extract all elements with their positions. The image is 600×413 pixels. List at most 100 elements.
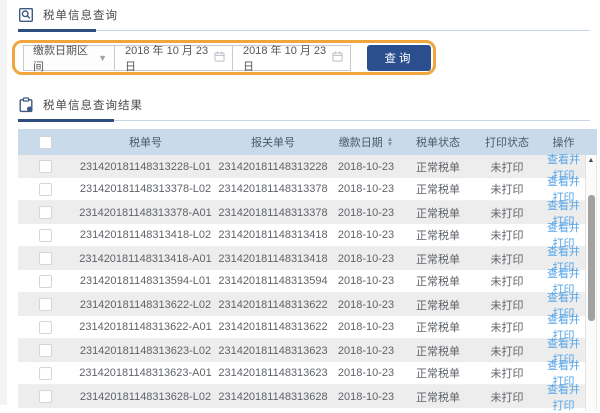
query-section-title: 税单信息查询 bbox=[43, 7, 118, 23]
row-decl-no: 231420181148313378 bbox=[218, 183, 328, 195]
row-checkbox[interactable] bbox=[39, 160, 52, 173]
row-date: 2018-10-23 bbox=[328, 391, 404, 403]
column-header-print-status: 打印状态 bbox=[472, 134, 542, 150]
row-date: 2018-10-23 bbox=[328, 345, 404, 357]
row-checkbox[interactable] bbox=[39, 229, 52, 242]
select-all-checkbox[interactable] bbox=[39, 136, 52, 149]
row-status: 正常税单 bbox=[404, 319, 472, 335]
row-print-status: 未打印 bbox=[472, 297, 542, 313]
table-row: 231420181148313228-L01 23142018114831322… bbox=[18, 155, 597, 178]
row-checkbox[interactable] bbox=[39, 206, 52, 219]
row-checkbox[interactable] bbox=[39, 390, 52, 403]
row-print-status: 未打印 bbox=[472, 319, 542, 335]
row-checkbox[interactable] bbox=[39, 321, 52, 334]
row-print-status: 未打印 bbox=[472, 365, 542, 381]
scrollbar-up-arrow[interactable]: ▲ bbox=[586, 155, 596, 167]
row-status: 正常税单 bbox=[404, 343, 472, 359]
row-checkbox[interactable] bbox=[39, 298, 52, 311]
row-checkbox-cell bbox=[18, 367, 73, 380]
search-bar-highlight: 缴款日期区间 ▼ 2018 年 10 月 23 日 2018 年 10 月 23… bbox=[12, 40, 436, 75]
column-header-decl-no: 报关单号 bbox=[218, 134, 328, 150]
row-checkbox[interactable] bbox=[39, 344, 52, 357]
query-section-divider bbox=[18, 29, 590, 32]
row-status: 正常税单 bbox=[404, 227, 472, 243]
row-date: 2018-10-23 bbox=[328, 161, 404, 173]
row-decl-no: 231420181148313418 bbox=[218, 253, 328, 265]
row-checkbox-cell bbox=[18, 390, 73, 403]
row-decl-no: 231420181148313594 bbox=[218, 275, 328, 287]
row-status: 正常税单 bbox=[404, 251, 472, 267]
row-decl-no: 231420181148313418 bbox=[218, 229, 328, 241]
header-checkbox-cell bbox=[18, 136, 73, 149]
row-status: 正常税单 bbox=[404, 297, 472, 313]
row-status: 正常税单 bbox=[404, 181, 472, 197]
row-date: 2018-10-23 bbox=[328, 275, 404, 287]
row-status: 正常税单 bbox=[404, 205, 472, 221]
row-print-status: 未打印 bbox=[472, 343, 542, 359]
row-print-status: 未打印 bbox=[472, 227, 542, 243]
row-checkbox-cell bbox=[18, 206, 73, 219]
row-checkbox[interactable] bbox=[39, 252, 52, 265]
query-button[interactable]: 查询 bbox=[367, 45, 431, 71]
table-scrollbar[interactable]: ▲ bbox=[585, 155, 597, 411]
date-to-input[interactable]: 2018 年 10 月 23 日 bbox=[233, 45, 351, 71]
table-row: 231420181148313378-L02 23142018114831337… bbox=[18, 178, 597, 201]
chevron-down-icon: ▼ bbox=[98, 53, 107, 63]
table-row: 231420181148313378-A01 23142018114831337… bbox=[18, 201, 597, 224]
results-table: 税单号 报关单号 缴款日期 ▲▼ 税单状态 打印状态 操作 2314201811… bbox=[18, 129, 597, 408]
sort-icon[interactable]: ▲▼ bbox=[387, 137, 393, 147]
row-tax-no: 231420181148313622-A01 bbox=[73, 321, 218, 333]
row-checkbox-cell bbox=[18, 321, 73, 334]
calendar-icon[interactable] bbox=[332, 51, 343, 65]
date-to-value: 2018 年 10 月 23 日 bbox=[243, 42, 332, 74]
table-row: 231420181148313594-L01 23142018114831359… bbox=[18, 270, 597, 293]
column-header-tax-no: 税单号 bbox=[73, 134, 218, 150]
results-section-header: 税单信息查询结果 bbox=[18, 97, 597, 113]
scrollbar-thumb[interactable] bbox=[588, 195, 595, 321]
row-tax-no: 231420181148313628-L02 bbox=[73, 391, 218, 403]
row-tax-no: 231420181148313228-L01 bbox=[73, 161, 218, 173]
query-section-header: 税单信息查询 bbox=[18, 7, 597, 23]
row-date: 2018-10-23 bbox=[328, 321, 404, 333]
row-action-link[interactable]: 查看并打印 bbox=[547, 384, 580, 412]
calendar-icon[interactable] bbox=[214, 51, 225, 65]
table-row: 231420181148313623-L02 23142018114831362… bbox=[18, 339, 597, 362]
row-print-status: 未打印 bbox=[472, 251, 542, 267]
row-date: 2018-10-23 bbox=[328, 183, 404, 195]
row-checkbox[interactable] bbox=[39, 275, 52, 288]
table-row: 231420181148313623-A01 23142018114831362… bbox=[18, 362, 597, 385]
row-decl-no: 231420181148313622 bbox=[218, 299, 328, 311]
row-decl-no: 231420181148313623 bbox=[218, 367, 328, 379]
row-date: 2018-10-23 bbox=[328, 253, 404, 265]
date-type-select-value: 缴款日期区间 bbox=[33, 42, 98, 74]
row-checkbox[interactable] bbox=[39, 183, 52, 196]
row-date: 2018-10-23 bbox=[328, 207, 404, 219]
column-header-date[interactable]: 缴款日期 ▲▼ bbox=[328, 134, 404, 150]
row-print-status: 未打印 bbox=[472, 181, 542, 197]
results-section-divider bbox=[18, 119, 590, 122]
row-date: 2018-10-23 bbox=[328, 299, 404, 311]
row-decl-no: 231420181148313622 bbox=[218, 321, 328, 333]
row-checkbox[interactable] bbox=[39, 367, 52, 380]
row-tax-no: 231420181148313623-A01 bbox=[73, 367, 218, 379]
table-row: 231420181148313418-A01 23142018114831341… bbox=[18, 247, 597, 270]
row-tax-no: 231420181148313594-L01 bbox=[73, 275, 218, 287]
date-from-input[interactable]: 2018 年 10 月 23 日 bbox=[115, 45, 233, 71]
row-decl-no: 231420181148313623 bbox=[218, 345, 328, 357]
date-type-select[interactable]: 缴款日期区间 ▼ bbox=[23, 45, 115, 71]
row-checkbox-cell bbox=[18, 252, 73, 265]
row-status: 正常税单 bbox=[404, 273, 472, 289]
row-tax-no: 231420181148313418-L02 bbox=[73, 229, 218, 241]
document-search-icon bbox=[18, 7, 34, 23]
column-header-status: 税单状态 bbox=[404, 134, 472, 150]
row-date: 2018-10-23 bbox=[328, 367, 404, 379]
row-checkbox-cell bbox=[18, 183, 73, 196]
row-date: 2018-10-23 bbox=[328, 229, 404, 241]
date-from-value: 2018 年 10 月 23 日 bbox=[125, 42, 214, 74]
row-print-status: 未打印 bbox=[472, 389, 542, 405]
row-tax-no: 231420181148313418-A01 bbox=[73, 253, 218, 265]
table-header-row: 税单号 报关单号 缴款日期 ▲▼ 税单状态 打印状态 操作 bbox=[18, 129, 597, 155]
row-status: 正常税单 bbox=[404, 159, 472, 175]
row-status: 正常税单 bbox=[404, 365, 472, 381]
row-tax-no: 231420181148313378-L02 bbox=[73, 183, 218, 195]
